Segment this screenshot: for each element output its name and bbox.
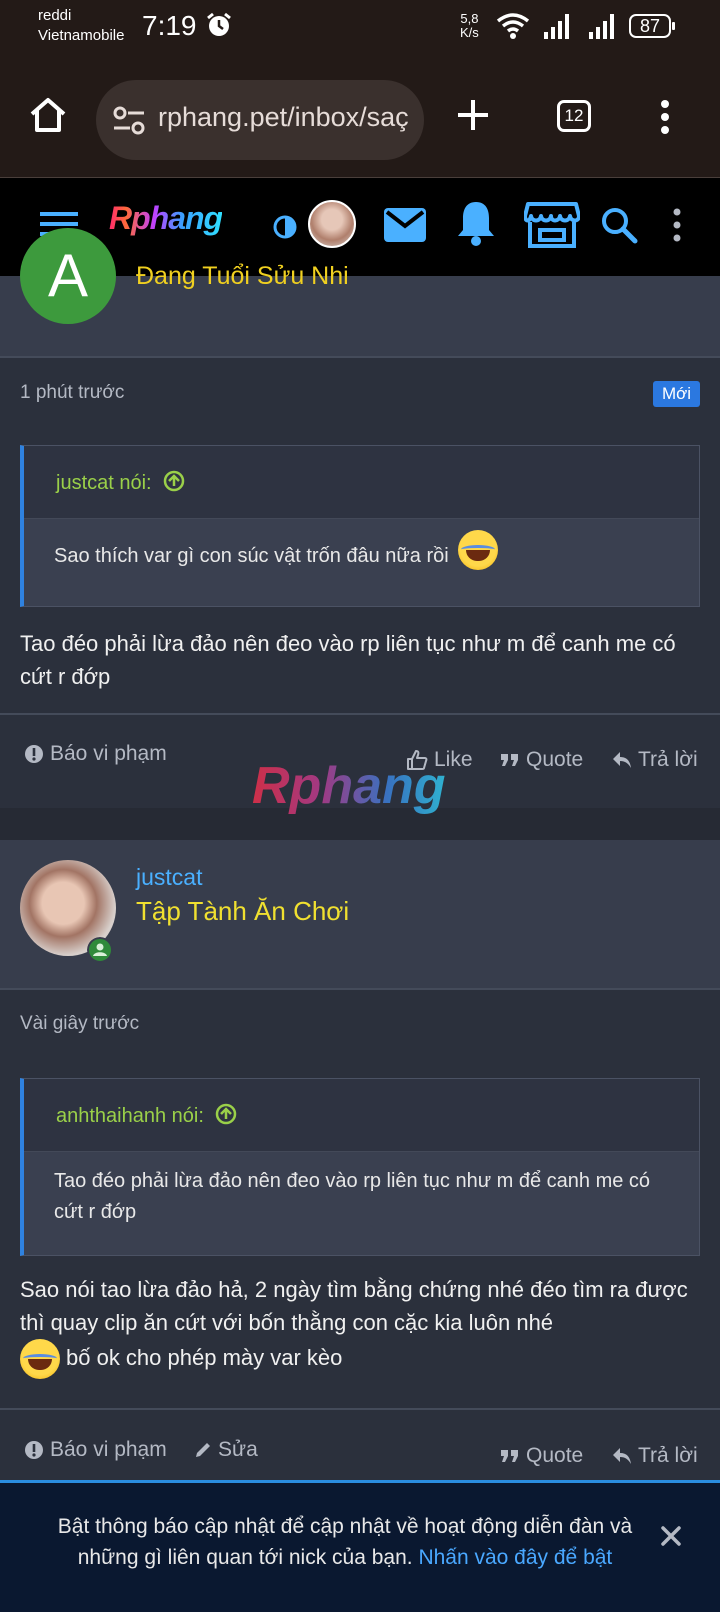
report-label[interactable]: Báo vi phạm [50, 742, 167, 766]
new-badge: Mới [653, 381, 700, 407]
site-menu-more-icon[interactable] [672, 208, 682, 242]
carrier-name: reddi Vietnamobile [38, 6, 124, 46]
speed-value: 5,8 [460, 11, 479, 26]
edit-button[interactable]: Sửa [194, 1438, 258, 1462]
alert-icon [25, 745, 43, 763]
wifi-icon [496, 13, 530, 39]
enable-notifications-link[interactable]: Nhấn vào đây để bật [418, 1546, 612, 1569]
watermark-logo: Rphang [252, 757, 446, 815]
report-button[interactable]: Báo vi phạm [24, 742, 167, 766]
report-button[interactable]: Báo vi phạm [24, 1438, 167, 1462]
quote-block: justcat nói: Sao thích var gì con súc vậ… [20, 445, 700, 607]
quote-button[interactable]: Quote [500, 748, 583, 772]
status-bar: reddi Vietnamobile 7:19 5,8 K/s 87 [0, 0, 720, 52]
notification-message: Bật thông báo cập nhật để cập nhật về ho… [30, 1511, 660, 1573]
quote-content: Tao đéo phải lừa đảo nên đeo vào rp liên… [24, 1152, 699, 1228]
search-icon[interactable] [600, 206, 638, 244]
quote-author[interactable]: anhthaihanh nói: [56, 1103, 237, 1128]
alert-icon [25, 1441, 43, 1459]
quote-label[interactable]: Quote [526, 748, 583, 772]
site-logo[interactable]: Rphang [109, 200, 223, 237]
signal-icon-2 [589, 14, 614, 39]
close-icon[interactable] [660, 1525, 682, 1547]
browser-toolbar: rphang.pet/inbox/saç 12 [0, 52, 720, 178]
reply-icon [613, 752, 631, 768]
reply-label[interactable]: Trả lời [638, 748, 698, 772]
site-settings-icon[interactable] [112, 106, 146, 136]
reply-label[interactable]: Trả lời [638, 1444, 698, 1468]
post-message: Tao đéo phải lừa đảo nên đeo vào rp liên… [20, 631, 676, 689]
push-notification-banner: Bật thông báo cập nhật để cập nhật về ho… [0, 1480, 720, 1612]
quote-icon [501, 1450, 518, 1462]
quote-header: justcat nói: [24, 446, 699, 519]
quote-text: Sao thích var gì con súc vật trốn đâu nữ… [54, 545, 449, 567]
quote-icon [501, 754, 518, 766]
jump-to-quote-icon[interactable] [163, 470, 185, 492]
quote-text: Tao đéo phải lừa đảo nên đeo vào rp liên… [54, 1170, 651, 1223]
jump-to-quote-icon[interactable] [215, 1103, 237, 1125]
author-rank: Đang Tuổi Sửu Nhi [136, 262, 349, 290]
online-status-icon [87, 937, 113, 963]
alarm-icon [207, 12, 231, 36]
reply-button[interactable]: Trả lời [612, 1444, 698, 1468]
carrier-line-2: Vietnamobile [38, 27, 125, 44]
shop-icon[interactable] [524, 200, 580, 248]
post-author-avatar[interactable]: A [20, 228, 116, 324]
notifications-bell-icon[interactable] [456, 200, 496, 246]
message-text-part-2: bố ok cho phép mày var kèo [66, 1344, 343, 1370]
report-label[interactable]: Báo vi phạm [50, 1438, 167, 1462]
post-message: Sao nói tao lừa đảo hả, 2 ngày tìm bằng … [20, 1273, 710, 1379]
author-rank: Tập Tành Ăn Chơi [136, 896, 350, 926]
laughing-emoji-icon [458, 529, 499, 570]
quote-author-text[interactable]: justcat nói: [56, 472, 152, 494]
carrier-line-1: reddi [38, 7, 72, 24]
browser-menu-icon[interactable] [660, 100, 670, 134]
home-icon[interactable] [28, 96, 68, 134]
quote-block: anhthaihanh nói: Tao đéo phải lừa đảo nê… [20, 1078, 700, 1256]
divider [0, 1408, 720, 1410]
quote-author[interactable]: justcat nói: [56, 470, 185, 495]
network-speed: 5,8 K/s [460, 12, 479, 40]
inbox-icon[interactable] [384, 208, 426, 242]
author-username[interactable]: justcat [136, 864, 202, 891]
quote-button[interactable]: Quote [500, 1444, 583, 1468]
user-avatar[interactable] [308, 200, 356, 248]
theme-toggle-icon[interactable] [272, 214, 298, 240]
url-text: rphang.pet/inbox/saç [158, 102, 409, 132]
divider [0, 988, 720, 990]
reply-icon [613, 1448, 631, 1464]
post-time[interactable]: Vài giây trước [20, 1013, 139, 1035]
battery-indicator: 87 [629, 14, 675, 38]
speed-unit: K/s [460, 25, 479, 40]
quote-header: anhthaihanh nói: [24, 1079, 699, 1152]
reply-button[interactable]: Trả lời [612, 748, 698, 772]
message-text-part-1: Sao nói tao lừa đảo hả, 2 ngày tìm bằng … [20, 1277, 688, 1335]
pencil-icon [196, 1443, 210, 1457]
new-tab-icon[interactable] [456, 98, 490, 132]
post-actions: Báo vi phạm Sửa Quote Trả lời [0, 1438, 720, 1478]
signal-icon-1 [544, 14, 569, 39]
post-time[interactable]: 1 phút trước [20, 382, 124, 404]
laughing-emoji-icon [20, 1339, 60, 1379]
divider [0, 713, 720, 715]
clock: 7:19 [142, 10, 197, 41]
address-bar[interactable]: rphang.pet/inbox/saç [96, 80, 424, 160]
quote-author-text[interactable]: anhthaihanh nói: [56, 1105, 204, 1127]
tab-switcher-button[interactable]: 12 [557, 100, 591, 132]
edit-label[interactable]: Sửa [218, 1438, 258, 1462]
quote-label[interactable]: Quote [526, 1444, 583, 1468]
quote-content: Sao thích var gì con súc vật trốn đâu nữ… [24, 519, 699, 572]
